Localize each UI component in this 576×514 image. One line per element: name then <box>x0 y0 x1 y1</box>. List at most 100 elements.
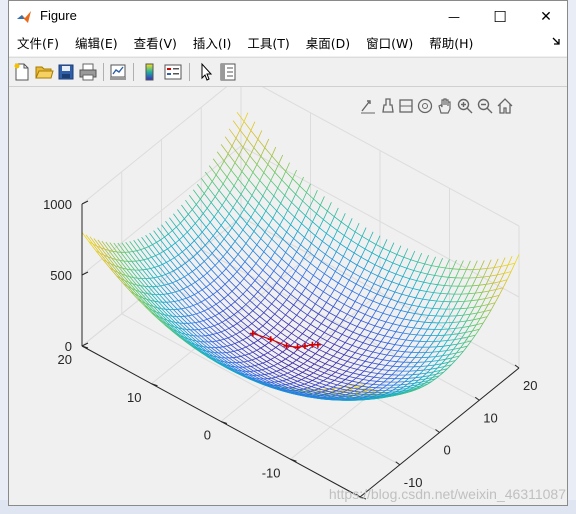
surface-mesh-cell <box>344 301 356 309</box>
surface-mesh-cell <box>133 240 145 250</box>
print-icon[interactable] <box>78 62 98 82</box>
surface-mesh-cell <box>283 288 295 295</box>
surface-mesh-cell <box>336 248 348 257</box>
surface-mesh-cell <box>206 272 219 281</box>
surface-mesh-cell <box>384 331 397 338</box>
surface-mesh-cell <box>276 210 288 219</box>
close-button[interactable]: ✕ <box>523 1 569 32</box>
surface-mesh-cell <box>287 337 299 343</box>
surface-mesh-cell <box>256 349 268 356</box>
surface-mesh-cell <box>178 254 190 264</box>
surface-mesh-cell <box>297 349 309 354</box>
surface-mesh-cell <box>271 238 284 247</box>
surface-mesh-cell <box>314 254 326 262</box>
surface-mesh-cell <box>293 237 305 245</box>
surface-mesh-cell <box>326 384 338 388</box>
surface-mesh-cell <box>312 291 324 299</box>
surface-mesh-cell <box>388 325 401 333</box>
surface-mesh-cell <box>245 163 258 173</box>
surface-mesh-cell <box>397 295 410 304</box>
minimize-button[interactable]: — <box>431 1 477 32</box>
surface-mesh-cell <box>259 257 272 265</box>
surface-mesh-cell <box>257 138 270 148</box>
surface-mesh-cell <box>331 334 343 340</box>
toolbar-separator <box>133 63 134 81</box>
surface-mesh-cell <box>256 164 269 173</box>
surface-mesh-cell <box>265 210 278 219</box>
surface-mesh-cell <box>195 281 207 291</box>
menu-help[interactable]: 帮助(H) <box>421 32 481 56</box>
surface-mesh-cell <box>202 276 215 285</box>
surface-mesh-cell <box>472 276 484 287</box>
surface-mesh-cell <box>188 259 201 269</box>
menu-view[interactable]: 查看(V) <box>126 32 185 56</box>
surface-mesh-cell <box>304 353 316 358</box>
surface-mesh-cell <box>398 278 411 287</box>
surface-mesh-cell <box>270 258 283 266</box>
surface-mesh-cell <box>239 331 252 338</box>
property-inspector-icon[interactable] <box>218 62 238 82</box>
surface-mesh-cell <box>406 261 419 271</box>
watermark-text: https://blog.csdn.net/weixin_46311087 <box>328 486 566 502</box>
surface-mesh-cell <box>311 241 323 250</box>
surface-mesh-cell <box>259 180 272 189</box>
surface-mesh-cell <box>175 242 187 253</box>
save-icon[interactable] <box>56 62 76 82</box>
surface-mesh-cell <box>336 313 348 321</box>
surface-mesh-cell <box>263 312 275 319</box>
surface-mesh-cell <box>182 299 194 308</box>
surface-mesh-cell <box>187 214 200 224</box>
surface-mesh-cell <box>387 338 400 345</box>
surface-plot[interactable]: 05001000-20-1001020-20-1001020 <box>10 87 566 505</box>
surface-mesh-cell <box>176 226 188 237</box>
menu-file[interactable]: 文件(F) <box>9 32 67 56</box>
surface-mesh-cell <box>267 245 280 253</box>
maximize-button[interactable]: ☐ <box>477 1 523 32</box>
surface-mesh-cell <box>254 210 267 219</box>
link-plot-icon[interactable] <box>108 62 128 82</box>
menu-desktop[interactable]: 桌面(D) <box>298 32 358 56</box>
surface-mesh-cell <box>173 213 185 224</box>
surface-mesh-cell <box>390 294 403 302</box>
surface-mesh-cell <box>322 238 334 247</box>
legend-icon[interactable] <box>163 62 183 82</box>
surface-mesh-cell <box>273 327 285 333</box>
surface-mesh-cell <box>280 276 292 284</box>
menu-edit[interactable]: 编辑(E) <box>67 32 126 56</box>
surface-mesh-cell <box>220 287 233 296</box>
surface-mesh-cell <box>315 352 327 358</box>
surface-mesh-cell <box>337 226 349 236</box>
menu-window[interactable]: 窗口(W) <box>358 32 421 56</box>
window-title: Figure <box>40 8 77 23</box>
surface-mesh-cell <box>281 178 293 188</box>
surface-mesh-cell <box>263 354 275 360</box>
open-file-icon[interactable] <box>34 62 54 82</box>
surface-mesh-cell <box>237 254 250 262</box>
surface-mesh-cell <box>147 258 159 268</box>
colorbar-icon[interactable] <box>140 62 160 82</box>
surface-mesh-cell <box>315 384 327 388</box>
new-figure-icon[interactable] <box>12 62 32 82</box>
select-arrow-icon[interactable] <box>196 62 216 82</box>
surface-mesh-cell <box>337 297 349 305</box>
surface-mesh-cell <box>277 323 289 330</box>
surface-mesh-cell <box>171 245 183 256</box>
surface-mesh-cell <box>240 266 253 275</box>
title-bar[interactable]: Figure — ☐ ✕ <box>9 1 567 32</box>
surface-mesh-cell <box>214 315 227 323</box>
menu-insert[interactable]: 插入(I) <box>185 32 239 56</box>
surface-mesh-cell <box>252 351 264 358</box>
surface-mesh-cell <box>151 257 163 267</box>
surface-mesh-cell <box>233 259 246 268</box>
surface-mesh-cell <box>324 271 336 279</box>
surface-mesh-cell <box>289 355 301 361</box>
surface-mesh-cell <box>219 167 232 178</box>
surface-mesh-cell <box>183 218 196 229</box>
dock-arrow-icon[interactable] <box>551 36 561 46</box>
surface-mesh-cell <box>289 309 301 316</box>
surface-mesh-cell <box>205 286 218 295</box>
surface-mesh-cell <box>221 205 234 215</box>
menu-tools[interactable]: 工具(T) <box>239 32 297 56</box>
surface-mesh-cell <box>284 194 296 203</box>
x-tick-label: 0 <box>444 443 451 458</box>
